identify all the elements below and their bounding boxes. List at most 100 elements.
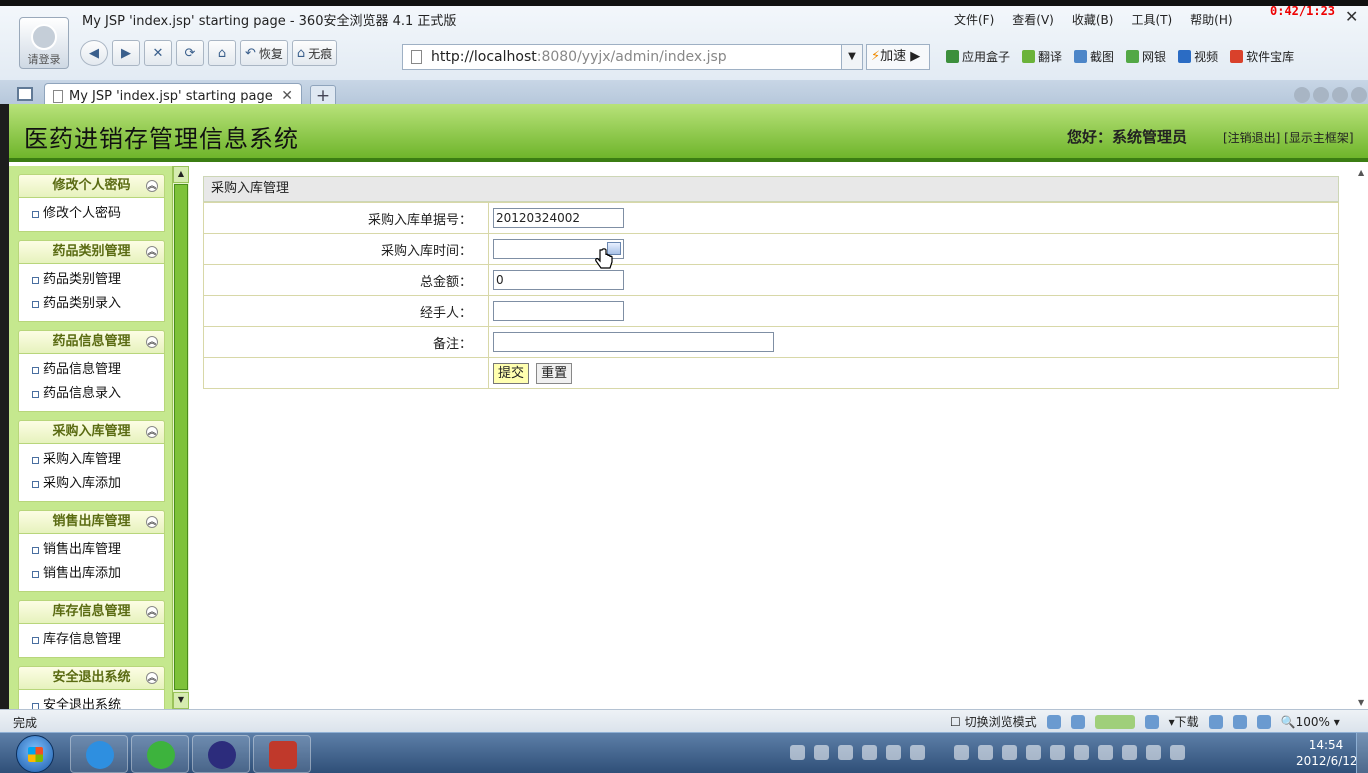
compat-mode-button[interactable]: ☐ 切换浏览模式 xyxy=(950,713,1037,730)
main-scrollbar[interactable]: ▲ ▼ xyxy=(1358,166,1368,709)
stop-button[interactable]: ✕ xyxy=(144,40,172,66)
collapse-icon[interactable]: ︽ xyxy=(146,336,158,348)
submit-button[interactable]: 提交 xyxy=(493,362,530,384)
sidebar-scrollbar[interactable]: ▲ ▼ xyxy=(172,166,189,709)
scroll-up-icon[interactable]: ▲ xyxy=(173,166,189,183)
scrollbar-thumb[interactable] xyxy=(174,184,188,690)
header-links[interactable]: [注销退出] [显示主框架] xyxy=(1223,129,1354,146)
sidebar-group-header[interactable]: 药品类别管理 ︽ xyxy=(18,240,165,264)
speed-button[interactable]: ⚡加速 ▶ xyxy=(866,44,930,70)
taskbar-360browser[interactable] xyxy=(131,735,189,773)
menu-view[interactable]: 查看(V) xyxy=(1012,11,1054,28)
flag-icon[interactable] xyxy=(1146,745,1161,760)
bank-button[interactable]: 网银 xyxy=(1126,48,1166,65)
sidebar-item-logout[interactable]: 安全退出系统 xyxy=(19,694,164,709)
sidebar-item-category-add[interactable]: 药品类别录入 xyxy=(19,292,164,316)
tab-close-all-icon[interactable] xyxy=(1351,87,1367,103)
shield-icon[interactable] xyxy=(1050,745,1065,760)
collapse-icon[interactable]: ︽ xyxy=(146,180,158,192)
address-dropdown-icon[interactable]: ▼ xyxy=(841,44,863,70)
clock[interactable]: 14:54 2012/6/12 xyxy=(1296,737,1358,769)
taskbar-toolbox[interactable] xyxy=(253,735,311,773)
collapse-icon[interactable]: ︽ xyxy=(146,516,158,528)
printer-icon[interactable] xyxy=(1232,714,1247,729)
sidebar-item-inventory-manage[interactable]: 库存信息管理 xyxy=(19,628,164,652)
handler-input[interactable] xyxy=(493,301,624,321)
qq-icon[interactable] xyxy=(910,745,925,760)
qq-icon[interactable] xyxy=(862,745,877,760)
sidebar-group-header[interactable]: 库存信息管理 ︽ xyxy=(18,600,165,624)
qq-icon[interactable] xyxy=(886,745,901,760)
shield-icon[interactable] xyxy=(1070,714,1085,729)
network-icon[interactable] xyxy=(1002,745,1017,760)
keyboard-icon[interactable] xyxy=(790,745,805,760)
tray-app-icon[interactable] xyxy=(978,745,993,760)
sidebar-group-header[interactable]: 采购入库管理 ︽ xyxy=(18,420,165,444)
receipt-no-input[interactable]: 20120324002 xyxy=(493,208,624,228)
toggle-switch-icon[interactable] xyxy=(1094,714,1135,729)
sidebar-item-drug-manage[interactable]: 药品信息管理 xyxy=(19,358,164,382)
scroll-down-icon[interactable]: ▼ xyxy=(173,692,189,709)
sidebar-group-header[interactable]: 安全退出系统 ︽ xyxy=(18,666,165,690)
back-button[interactable]: ◀ xyxy=(80,40,108,66)
scroll-down-icon[interactable]: ▼ xyxy=(1358,698,1364,707)
remark-input[interactable] xyxy=(493,332,774,352)
sidebar-group-header[interactable]: 药品信息管理 ︽ xyxy=(18,330,165,354)
sidebar-item-drug-add[interactable]: 药品信息录入 xyxy=(19,382,164,406)
screenshot-button[interactable]: 截图 xyxy=(1074,48,1114,65)
menu-file[interactable]: 文件(F) xyxy=(954,11,994,28)
reset-button[interactable]: 重置 xyxy=(536,362,573,384)
taskbar-ie[interactable] xyxy=(70,735,128,773)
battery-icon[interactable] xyxy=(1208,714,1223,729)
user-avatar[interactable]: 请登录 xyxy=(19,17,69,69)
tray-app-icon[interactable] xyxy=(838,745,853,760)
taskbar-eclipse[interactable] xyxy=(192,735,250,773)
tray-app-icon[interactable] xyxy=(1074,745,1089,760)
collapse-icon[interactable]: ︽ xyxy=(146,246,158,258)
menu-favorites[interactable]: 收藏(B) xyxy=(1072,11,1114,28)
refresh-button[interactable]: ⟳ xyxy=(176,40,204,66)
scroll-up-icon[interactable]: ▲ xyxy=(1358,168,1364,177)
collapse-icon[interactable]: ︽ xyxy=(146,672,158,684)
refresh-icon[interactable] xyxy=(1098,745,1113,760)
collapse-icon[interactable]: ︽ xyxy=(146,426,158,438)
restore-button[interactable]: ↶ 恢复 xyxy=(240,40,288,66)
sidebar-item-purchase-add[interactable]: 采购入库添加 xyxy=(19,472,164,496)
zoom-control[interactable]: 🔍100% ▾ xyxy=(1281,715,1340,729)
close-window-icon[interactable]: ✕ xyxy=(1345,7,1358,26)
show-desktop-button[interactable] xyxy=(1356,733,1368,773)
app-box-button[interactable]: 应用盒子 xyxy=(946,48,1010,65)
address-bar[interactable]: http://localhost:8080/yyjx/admin/index.j… xyxy=(402,44,862,70)
menu-help[interactable]: 帮助(H) xyxy=(1190,11,1232,28)
print-icon[interactable] xyxy=(1144,714,1159,729)
collapse-icon[interactable]: ︽ xyxy=(146,606,158,618)
tab-list-icon[interactable] xyxy=(1332,87,1348,103)
sidebar-item-change-password[interactable]: 修改个人密码 xyxy=(19,202,164,226)
total-amount-input[interactable]: 0 xyxy=(493,270,624,290)
sidebar-item-sales-manage[interactable]: 销售出库管理 xyxy=(19,538,164,562)
sidebar-group-header[interactable]: 修改个人密码 ︽ xyxy=(18,174,165,198)
tray-app-icon[interactable] xyxy=(954,745,969,760)
menu-tools[interactable]: 工具(T) xyxy=(1131,11,1172,28)
start-button[interactable] xyxy=(16,735,54,773)
volume-icon[interactable] xyxy=(1170,745,1185,760)
forward-button[interactable]: ▶ xyxy=(112,40,140,66)
sidebar-item-category-manage[interactable]: 药品类别管理 xyxy=(19,268,164,292)
download-button[interactable]: ▾下载 xyxy=(1169,713,1199,730)
incognito-button[interactable]: ⌂ 无痕 xyxy=(291,40,338,66)
home-button[interactable]: ⌂ xyxy=(208,40,236,66)
sidebar-group-header[interactable]: 销售出库管理 ︽ xyxy=(18,510,165,534)
software-store-button[interactable]: 软件宝库 xyxy=(1230,48,1294,65)
tray-app-icon[interactable] xyxy=(814,745,829,760)
sidebar-toggle-icon[interactable] xyxy=(17,87,33,101)
tab-next-icon[interactable] xyxy=(1313,87,1329,103)
translate-button[interactable]: 翻译 xyxy=(1022,48,1062,65)
sidebar-item-sales-add[interactable]: 销售出库添加 xyxy=(19,562,164,586)
sidebar-item-purchase-manage[interactable]: 采购入库管理 xyxy=(19,448,164,472)
tray-app-icon[interactable] xyxy=(1026,745,1041,760)
ie-icon[interactable] xyxy=(1046,714,1061,729)
video-button[interactable]: 视频 xyxy=(1178,48,1218,65)
tab-prev-icon[interactable] xyxy=(1294,87,1310,103)
speaker-icon[interactable] xyxy=(1256,714,1271,729)
tray-app-icon[interactable] xyxy=(1122,745,1137,760)
